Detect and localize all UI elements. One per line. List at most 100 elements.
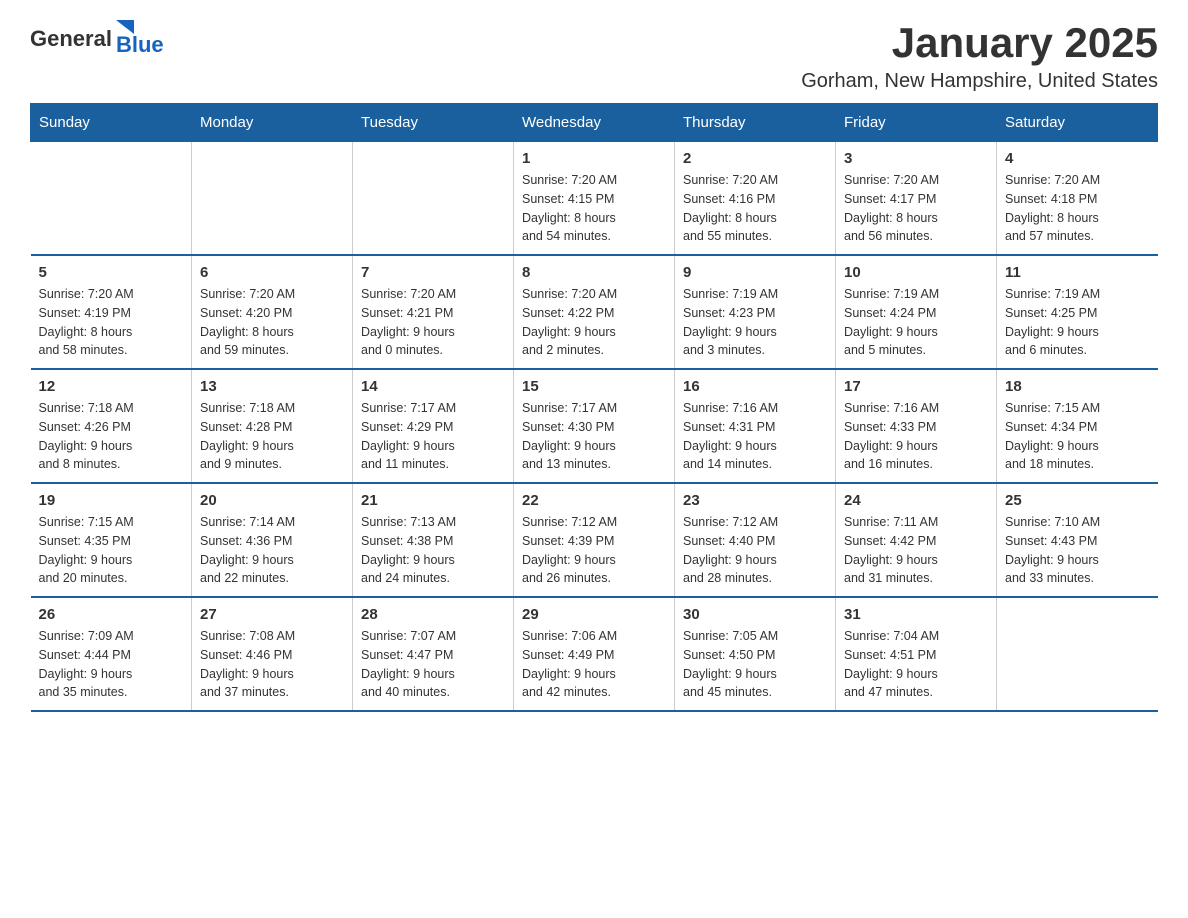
- calendar-day-4: 4 Sunrise: 7:20 AMSunset: 4:18 PMDaylight…: [997, 142, 1158, 256]
- day-info: Sunrise: 7:13 AMSunset: 4:38 PMDaylight:…: [361, 513, 505, 588]
- day-info: Sunrise: 7:05 AMSunset: 4:50 PMDaylight:…: [683, 627, 827, 702]
- day-number: 23: [683, 492, 827, 509]
- calendar-header-row: SundayMondayTuesdayWednesdayThursdayFrid…: [31, 104, 1158, 142]
- calendar-week-row: 26 Sunrise: 7:09 AMSunset: 4:44 PMDayligh…: [31, 597, 1158, 711]
- calendar-day-1: 1 Sunrise: 7:20 AMSunset: 4:15 PMDaylight…: [514, 142, 675, 256]
- day-number: 1: [522, 150, 666, 167]
- day-info: Sunrise: 7:20 AMSunset: 4:17 PMDaylight:…: [844, 171, 988, 246]
- calendar-day-25: 25 Sunrise: 7:10 AMSunset: 4:43 PMDayligh…: [997, 483, 1158, 597]
- day-info: Sunrise: 7:15 AMSunset: 4:35 PMDaylight:…: [39, 513, 184, 588]
- calendar-day-21: 21 Sunrise: 7:13 AMSunset: 4:38 PMDayligh…: [353, 483, 514, 597]
- day-info: Sunrise: 7:20 AMSunset: 4:19 PMDaylight:…: [39, 285, 184, 360]
- day-number: 9: [683, 264, 827, 281]
- page-subtitle: Gorham, New Hampshire, United States: [801, 70, 1158, 93]
- weekday-header-saturday: Saturday: [997, 104, 1158, 142]
- calendar-week-row: 19Sunrise: 7:15 AMSunset: 4:35 PMDayligh…: [31, 483, 1158, 597]
- calendar-day-7: 7 Sunrise: 7:20 AMSunset: 4:21 PMDaylight…: [353, 255, 514, 369]
- calendar-day-20: 20 Sunrise: 7:14 AMSunset: 4:36 PMDayligh…: [192, 483, 353, 597]
- day-info: Sunrise: 7:16 AMSunset: 4:33 PMDaylight:…: [844, 399, 988, 474]
- day-info: Sunrise: 7:20 AMSunset: 4:15 PMDaylight:…: [522, 171, 666, 246]
- calendar-empty-cell: [353, 142, 514, 256]
- day-info: Sunrise: 7:18 AMSunset: 4:26 PMDaylight:…: [39, 399, 184, 474]
- day-number: 2: [683, 150, 827, 167]
- day-info: Sunrise: 7:16 AMSunset: 4:31 PMDaylight:…: [683, 399, 827, 474]
- calendar-day-22: 22 Sunrise: 7:12 AMSunset: 4:39 PMDayligh…: [514, 483, 675, 597]
- day-number: 25: [1005, 492, 1150, 509]
- day-number: 24: [844, 492, 988, 509]
- day-number: 5: [39, 264, 184, 281]
- calendar-day-16: 16 Sunrise: 7:16 AMSunset: 4:31 PMDayligh…: [675, 369, 836, 483]
- day-info: Sunrise: 7:20 AMSunset: 4:18 PMDaylight:…: [1005, 171, 1150, 246]
- day-info: Sunrise: 7:20 AMSunset: 4:16 PMDaylight:…: [683, 171, 827, 246]
- calendar-day-14: 14Sunrise: 7:17 AMSunset: 4:29 PMDayligh…: [353, 369, 514, 483]
- calendar-day-11: 11 Sunrise: 7:19 AMSunset: 4:25 PMDayligh…: [997, 255, 1158, 369]
- page-header: General Blue January 2025 Gorham, New Ha…: [30, 20, 1158, 93]
- day-number: 21: [361, 492, 505, 509]
- calendar-day-24: 24 Sunrise: 7:11 AMSunset: 4:42 PMDayligh…: [836, 483, 997, 597]
- day-info: Sunrise: 7:11 AMSunset: 4:42 PMDaylight:…: [844, 513, 988, 588]
- logo-blue: Blue: [116, 32, 164, 58]
- day-info: Sunrise: 7:20 AMSunset: 4:21 PMDaylight:…: [361, 285, 505, 360]
- day-number: 6: [200, 264, 344, 281]
- calendar-empty-cell: [997, 597, 1158, 711]
- calendar-day-8: 8Sunrise: 7:20 AMSunset: 4:22 PMDaylight…: [514, 255, 675, 369]
- calendar-week-row: 5 Sunrise: 7:20 AMSunset: 4:19 PMDaylight…: [31, 255, 1158, 369]
- calendar-day-12: 12 Sunrise: 7:18 AMSunset: 4:26 PMDayligh…: [31, 369, 192, 483]
- day-info: Sunrise: 7:19 AMSunset: 4:23 PMDaylight:…: [683, 285, 827, 360]
- day-info: Sunrise: 7:15 AMSunset: 4:34 PMDaylight:…: [1005, 399, 1150, 474]
- calendar-empty-cell: [192, 142, 353, 256]
- weekday-header-tuesday: Tuesday: [353, 104, 514, 142]
- day-number: 4: [1005, 150, 1150, 167]
- title-block: January 2025 Gorham, New Hampshire, Unit…: [801, 20, 1158, 93]
- day-number: 30: [683, 606, 827, 623]
- day-number: 12: [39, 378, 184, 395]
- day-info: Sunrise: 7:08 AMSunset: 4:46 PMDaylight:…: [200, 627, 344, 702]
- calendar-day-15: 15Sunrise: 7:17 AMSunset: 4:30 PMDayligh…: [514, 369, 675, 483]
- day-info: Sunrise: 7:18 AMSunset: 4:28 PMDaylight:…: [200, 399, 344, 474]
- day-info: Sunrise: 7:04 AMSunset: 4:51 PMDaylight:…: [844, 627, 988, 702]
- day-number: 22: [522, 492, 666, 509]
- calendar-table: SundayMondayTuesdayWednesdayThursdayFrid…: [30, 103, 1158, 712]
- day-info: Sunrise: 7:06 AMSunset: 4:49 PMDaylight:…: [522, 627, 666, 702]
- day-number: 26: [39, 606, 184, 623]
- weekday-header-monday: Monday: [192, 104, 353, 142]
- calendar-empty-cell: [31, 142, 192, 256]
- calendar-day-3: 3Sunrise: 7:20 AMSunset: 4:17 PMDaylight…: [836, 142, 997, 256]
- day-info: Sunrise: 7:19 AMSunset: 4:24 PMDaylight:…: [844, 285, 988, 360]
- day-info: Sunrise: 7:09 AMSunset: 4:44 PMDaylight:…: [39, 627, 184, 702]
- day-info: Sunrise: 7:14 AMSunset: 4:36 PMDaylight:…: [200, 513, 344, 588]
- calendar-day-27: 27 Sunrise: 7:08 AMSunset: 4:46 PMDayligh…: [192, 597, 353, 711]
- logo-general: General: [30, 26, 112, 52]
- calendar-day-19: 19Sunrise: 7:15 AMSunset: 4:35 PMDayligh…: [31, 483, 192, 597]
- day-number: 29: [522, 606, 666, 623]
- day-number: 8: [522, 264, 666, 281]
- calendar-day-5: 5 Sunrise: 7:20 AMSunset: 4:19 PMDaylight…: [31, 255, 192, 369]
- day-info: Sunrise: 7:07 AMSunset: 4:47 PMDaylight:…: [361, 627, 505, 702]
- calendar-day-29: 29 Sunrise: 7:06 AMSunset: 4:49 PMDayligh…: [514, 597, 675, 711]
- calendar-day-18: 18 Sunrise: 7:15 AMSunset: 4:34 PMDayligh…: [997, 369, 1158, 483]
- day-number: 7: [361, 264, 505, 281]
- day-info: Sunrise: 7:12 AMSunset: 4:40 PMDaylight:…: [683, 513, 827, 588]
- calendar-day-23: 23 Sunrise: 7:12 AMSunset: 4:40 PMDayligh…: [675, 483, 836, 597]
- day-number: 31: [844, 606, 988, 623]
- day-number: 11: [1005, 264, 1150, 281]
- day-info: Sunrise: 7:12 AMSunset: 4:39 PMDaylight:…: [522, 513, 666, 588]
- calendar-day-2: 2 Sunrise: 7:20 AMSunset: 4:16 PMDaylight…: [675, 142, 836, 256]
- day-number: 18: [1005, 378, 1150, 395]
- day-info: Sunrise: 7:20 AMSunset: 4:20 PMDaylight:…: [200, 285, 344, 360]
- weekday-header-wednesday: Wednesday: [514, 104, 675, 142]
- calendar-day-13: 13Sunrise: 7:18 AMSunset: 4:28 PMDayligh…: [192, 369, 353, 483]
- day-number: 20: [200, 492, 344, 509]
- calendar-day-26: 26 Sunrise: 7:09 AMSunset: 4:44 PMDayligh…: [31, 597, 192, 711]
- day-number: 10: [844, 264, 988, 281]
- day-number: 27: [200, 606, 344, 623]
- day-number: 17: [844, 378, 988, 395]
- weekday-header-friday: Friday: [836, 104, 997, 142]
- day-info: Sunrise: 7:10 AMSunset: 4:43 PMDaylight:…: [1005, 513, 1150, 588]
- day-number: 14: [361, 378, 505, 395]
- calendar-week-row: 12 Sunrise: 7:18 AMSunset: 4:26 PMDayligh…: [31, 369, 1158, 483]
- day-info: Sunrise: 7:19 AMSunset: 4:25 PMDaylight:…: [1005, 285, 1150, 360]
- day-number: 16: [683, 378, 827, 395]
- calendar-day-28: 28Sunrise: 7:07 AMSunset: 4:47 PMDayligh…: [353, 597, 514, 711]
- calendar-day-31: 31 Sunrise: 7:04 AMSunset: 4:51 PMDayligh…: [836, 597, 997, 711]
